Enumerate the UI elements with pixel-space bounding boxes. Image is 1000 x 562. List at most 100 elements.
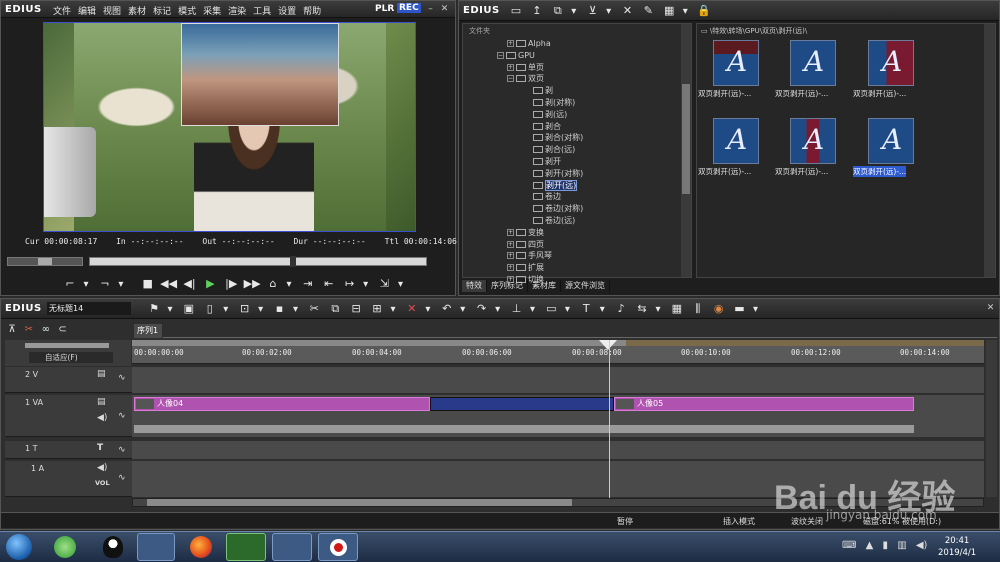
- mixer-icon[interactable]: ⫼: [689, 301, 707, 317]
- timeline-close-icon[interactable]: ✕: [985, 303, 996, 314]
- mark-icon[interactable]: ▭: [542, 301, 560, 317]
- sync-icon[interactable]: ⊂: [56, 322, 70, 338]
- redo-icon[interactable]: ↷: [473, 301, 491, 317]
- lane-v2[interactable]: [132, 367, 984, 393]
- clock[interactable]: 20:41 2019/4/1: [938, 535, 976, 559]
- dropdown-icon[interactable]: ▾: [749, 302, 763, 318]
- color-icon[interactable]: ◉: [710, 301, 728, 317]
- position-handle[interactable]: [290, 256, 296, 267]
- effect-thumb[interactable]: A: [713, 40, 759, 86]
- dropdown-icon[interactable]: ▾: [595, 302, 609, 318]
- tree-item[interactable]: 剥合(对称): [463, 132, 679, 144]
- cut-mode-icon[interactable]: ✂: [22, 322, 36, 338]
- time-ruler[interactable]: 00:00:00:00 00:00:02:00 00:00:04:00 00:0…: [132, 340, 984, 364]
- dropdown-icon[interactable]: ▾: [491, 302, 505, 318]
- tray-expand-icon[interactable]: ▲: [866, 540, 874, 551]
- dropdown-icon[interactable]: ▾: [282, 277, 296, 293]
- dropdown-icon[interactable]: ▾: [114, 277, 128, 293]
- tab-sequence-markers[interactable]: 序列标记: [487, 280, 528, 292]
- track-header-a1[interactable]: 1 A ◀) VOL ∿: [5, 461, 135, 497]
- split-icon[interactable]: ⊥: [508, 301, 526, 317]
- rewind-icon[interactable]: ◀◀: [160, 276, 178, 292]
- menu-view[interactable]: 视图: [103, 7, 121, 17]
- track-v2-mute-icon[interactable]: ▤: [97, 369, 106, 379]
- dropdown-icon[interactable]: ▾: [386, 302, 400, 318]
- tree-item[interactable]: 剥: [463, 85, 679, 97]
- play-icon[interactable]: ▶: [201, 276, 219, 292]
- layout-icon[interactable]: ▬: [731, 301, 749, 317]
- new-icon[interactable]: ▯: [201, 301, 219, 317]
- close-icon[interactable]: ✕: [439, 4, 450, 15]
- clip-portrait-04[interactable]: 人像04: [134, 397, 430, 411]
- up-folder-icon[interactable]: ↥: [528, 3, 546, 19]
- track-header-va1[interactable]: 1 VA ▤ ◀) ∿: [5, 395, 135, 437]
- network-icon[interactable]: ▥: [897, 540, 906, 551]
- dropdown-icon[interactable]: ▾: [651, 302, 665, 318]
- mode-icon[interactable]: ⊼: [5, 322, 19, 338]
- insert-to-timeline-icon[interactable]: ⇥: [299, 276, 317, 292]
- taskbar-app-explorer-icon[interactable]: [137, 533, 175, 561]
- dropdown-icon[interactable]: ▾: [79, 277, 93, 293]
- tree-item-selected[interactable]: 剥开(远): [463, 179, 679, 192]
- lane-va1[interactable]: 人像04 人像05: [132, 395, 984, 437]
- tree-item[interactable]: + 手风琴: [463, 250, 679, 262]
- menu-mode[interactable]: 模式: [178, 7, 196, 17]
- menu-marker[interactable]: 标记: [153, 7, 171, 17]
- loop-icon[interactable]: ⌂: [264, 276, 282, 292]
- dropdown-icon[interactable]: ▾: [421, 302, 435, 318]
- tab-bin[interactable]: 素材库: [528, 280, 561, 292]
- effect-thumb-selected[interactable]: A: [868, 118, 914, 164]
- link-icon[interactable]: ∞: [39, 322, 53, 338]
- menu-capture[interactable]: 采集: [203, 7, 221, 17]
- zoom-slider[interactable]: [25, 343, 109, 348]
- folder-icon[interactable]: ▭: [507, 3, 525, 19]
- effect-thumb[interactable]: A: [713, 118, 759, 164]
- menu-edit[interactable]: 编辑: [78, 7, 96, 17]
- timeline-scroll-thumb[interactable]: [147, 499, 572, 506]
- tree-item-gpu[interactable]: − GPU: [463, 50, 679, 62]
- copy-icon[interactable]: ⧉: [326, 301, 344, 317]
- stop-icon[interactable]: ■: [139, 276, 157, 292]
- menu-clip[interactable]: 素材: [128, 7, 146, 17]
- tree-item[interactable]: 剥(对称): [463, 97, 679, 109]
- title-icon[interactable]: T: [577, 301, 595, 317]
- overwrite-to-timeline-icon[interactable]: ⇤: [320, 276, 338, 292]
- track-header-v2[interactable]: 2 V ▤ ∿: [5, 367, 135, 393]
- dropdown-icon[interactable]: ▾: [359, 277, 373, 293]
- playhead-marker[interactable]: [599, 340, 617, 350]
- dropdown-icon[interactable]: ▾: [394, 277, 408, 293]
- dropdown-icon[interactable]: ▾: [289, 302, 303, 318]
- menu-help[interactable]: 帮助: [303, 7, 321, 17]
- view-icon[interactable]: ⧉: [549, 3, 567, 19]
- sequence-tab[interactable]: 序列1: [134, 324, 162, 338]
- tab-source-browser[interactable]: 源文件浏览: [561, 280, 610, 292]
- replace-icon[interactable]: ⊞: [368, 301, 386, 317]
- thumb-scrollbar[interactable]: [984, 24, 995, 277]
- export-icon[interactable]: ⇲: [376, 276, 394, 292]
- dropdown-icon[interactable]: ▾: [456, 302, 470, 318]
- plr-button[interactable]: PLR: [375, 4, 394, 14]
- menu-file[interactable]: 文件: [53, 7, 71, 17]
- tree-item-single-page[interactable]: + 单页: [463, 62, 679, 74]
- rec-button[interactable]: REC: [397, 3, 421, 13]
- properties-icon[interactable]: ✎: [639, 3, 657, 19]
- tree-item-double-page[interactable]: − 双页: [463, 73, 679, 85]
- tree-item[interactable]: 剥开: [463, 156, 679, 168]
- paste-icon[interactable]: ⊟: [347, 301, 365, 317]
- delete-ripple-icon[interactable]: ✕: [403, 301, 421, 317]
- tree-item[interactable]: 卷边(对称): [463, 203, 679, 215]
- export-timeline-icon[interactable]: ⇆: [633, 301, 651, 317]
- set-in-icon[interactable]: ⌐: [61, 276, 79, 292]
- tree-item[interactable]: 剥(远): [463, 109, 679, 121]
- step-forward-icon[interactable]: |▶: [222, 276, 240, 292]
- step-back-icon[interactable]: ◀|: [181, 276, 199, 292]
- volume-icon[interactable]: ◀): [916, 540, 928, 551]
- battery-icon[interactable]: ▮: [883, 540, 889, 551]
- dropdown-icon[interactable]: ▾: [560, 302, 574, 318]
- grid-view-icon[interactable]: ▦: [660, 3, 678, 19]
- position-slider[interactable]: [89, 256, 427, 267]
- tree-item[interactable]: 剥开(对称): [463, 168, 679, 180]
- tree-item[interactable]: 剥合: [463, 121, 679, 133]
- dropdown-icon[interactable]: ▾: [219, 302, 233, 318]
- track-va1-mute-icon[interactable]: ▤: [97, 397, 106, 407]
